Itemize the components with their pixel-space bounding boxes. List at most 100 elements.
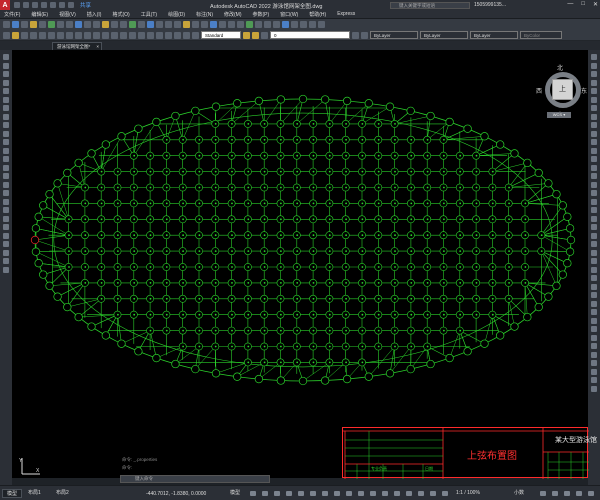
menu-insert[interactable]: 插入(I)	[87, 11, 102, 18]
modify-tool-icon[interactable]	[591, 377, 597, 383]
modify-tool-icon[interactable]	[591, 62, 597, 69]
toolbar-tool-icon[interactable]	[156, 21, 163, 28]
toolbar-tool-icon[interactable]	[282, 21, 289, 28]
compass-west-label[interactable]: 西	[536, 86, 542, 95]
menu-window[interactable]: 窗口(W)	[280, 11, 298, 18]
status-toggle-icon[interactable]	[310, 491, 316, 496]
modify-tool-icon[interactable]	[591, 224, 597, 230]
draw-tool-icon[interactable]	[3, 241, 9, 247]
menu-dimension[interactable]: 标注(N)	[196, 11, 213, 18]
toolbar-tool-icon[interactable]	[174, 21, 181, 28]
modify-tool-icon[interactable]	[591, 105, 597, 111]
modify-tool-icon[interactable]	[591, 198, 597, 205]
autocad-logo-icon[interactable]: A	[0, 0, 10, 10]
toolbar-tool-icon[interactable]	[318, 21, 325, 28]
modify-tool-icon[interactable]	[591, 113, 597, 120]
menu-parametric[interactable]: 参数(P)	[253, 11, 270, 18]
toolbar-tool-icon[interactable]	[219, 21, 226, 28]
draw-tool-icon[interactable]	[3, 139, 9, 145]
toolbar-tool-icon[interactable]	[66, 21, 73, 28]
draw-tool-icon[interactable]	[3, 122, 9, 128]
toolbar-tool-icon[interactable]	[300, 21, 307, 28]
units-button[interactable]: 小数	[510, 489, 528, 498]
layer-tool-icon[interactable]	[361, 31, 368, 39]
modify-tool-icon[interactable]	[591, 309, 597, 315]
toolbar-tool-icon[interactable]	[147, 21, 154, 28]
modify-tool-icon[interactable]	[591, 283, 597, 290]
menu-edit[interactable]: 编辑(E)	[31, 11, 48, 18]
draw-tool-icon[interactable]	[3, 181, 9, 188]
draw-tool-icon[interactable]	[3, 62, 9, 69]
toolbar-tool-icon[interactable]	[246, 21, 253, 28]
draw-tool-icon[interactable]	[3, 130, 9, 137]
toolbar-tool-icon[interactable]	[120, 21, 127, 28]
tab-layout2[interactable]: 布局2	[52, 489, 73, 498]
style-icon[interactable]	[93, 31, 100, 39]
draw-tool-icon[interactable]	[3, 215, 9, 222]
modify-tool-icon[interactable]	[591, 139, 597, 145]
draw-tool-icon[interactable]	[3, 266, 9, 273]
status-toggle-icon[interactable]	[552, 491, 558, 496]
toolbar-tool-icon[interactable]	[273, 21, 280, 28]
modify-tool-icon[interactable]	[591, 300, 597, 307]
status-toggle-icon[interactable]	[406, 491, 412, 496]
modify-tool-icon[interactable]	[591, 79, 597, 86]
draw-tool-icon[interactable]	[3, 207, 9, 213]
draw-tool-icon[interactable]	[3, 54, 9, 60]
status-toggle-icon[interactable]	[430, 491, 436, 496]
draw-tool-icon[interactable]	[3, 232, 9, 239]
toolbar-tool-icon[interactable]	[75, 21, 82, 28]
toolbar-tool-icon[interactable]	[12, 21, 19, 28]
undo-icon[interactable]	[59, 2, 65, 8]
draw-tool-icon[interactable]	[3, 249, 9, 256]
status-toggle-icon[interactable]	[286, 491, 292, 496]
layer-bulb-icon[interactable]	[243, 31, 250, 39]
draw-tool-icon[interactable]	[3, 173, 9, 179]
style-icon[interactable]	[48, 31, 55, 39]
toolbar-tool-icon[interactable]	[210, 21, 217, 28]
modify-tool-icon[interactable]	[591, 147, 597, 154]
save-icon[interactable]	[32, 2, 38, 8]
status-toggle-icon[interactable]	[334, 491, 340, 496]
modify-tool-icon[interactable]	[591, 351, 597, 358]
modify-tool-icon[interactable]	[591, 249, 597, 256]
plotstyle-dropdown[interactable]: ByColor	[520, 31, 562, 39]
menu-express[interactable]: Express	[337, 11, 355, 17]
modify-tool-icon[interactable]	[591, 258, 597, 264]
doc-tab[interactable]: 游泳馆网架全图* ×	[52, 42, 102, 50]
toolbar-tool-icon[interactable]	[255, 21, 262, 28]
modify-tool-icon[interactable]	[591, 232, 597, 239]
maximize-button[interactable]: □	[581, 1, 585, 8]
layer-manager-icon[interactable]	[3, 31, 10, 39]
text-style-dropdown[interactable]: Standard	[201, 31, 241, 39]
menu-tools[interactable]: 工具(T)	[141, 11, 157, 18]
style-icon[interactable]	[138, 31, 145, 39]
close-tab-icon[interactable]: ×	[96, 43, 99, 50]
toolbar-tool-icon[interactable]	[228, 21, 235, 28]
modify-tool-icon[interactable]	[591, 360, 597, 366]
style-icon[interactable]	[30, 31, 37, 39]
modify-tool-icon[interactable]	[591, 71, 597, 77]
modify-tool-icon[interactable]	[591, 343, 597, 349]
layer-lock-icon[interactable]	[261, 31, 268, 39]
toolbar-tool-icon[interactable]	[93, 21, 100, 28]
toolbar-tool-icon[interactable]	[30, 21, 37, 28]
tab-model[interactable]: 模型	[2, 489, 23, 498]
drawing-canvas[interactable]	[12, 50, 588, 478]
toolbar-tool-icon[interactable]	[237, 21, 244, 28]
toolbar-tool-icon[interactable]	[183, 21, 190, 28]
menu-help[interactable]: 帮助(H)	[309, 11, 326, 18]
modify-tool-icon[interactable]	[591, 130, 597, 137]
modify-tool-icon[interactable]	[591, 156, 597, 162]
close-button[interactable]: ✕	[593, 1, 598, 8]
annotation-scale[interactable]: 1:1 / 100%	[452, 489, 484, 498]
draw-tool-icon[interactable]	[3, 147, 9, 154]
status-toggle-icon[interactable]	[576, 491, 582, 496]
style-icon[interactable]	[21, 31, 28, 39]
toolbar-tool-icon[interactable]	[129, 21, 136, 28]
toolbar-tool-icon[interactable]	[111, 21, 118, 28]
toolbar-tool-icon[interactable]	[264, 21, 271, 28]
status-toggle-icon[interactable]	[418, 491, 424, 496]
style-icon[interactable]	[102, 31, 109, 39]
new-icon[interactable]	[14, 2, 20, 8]
